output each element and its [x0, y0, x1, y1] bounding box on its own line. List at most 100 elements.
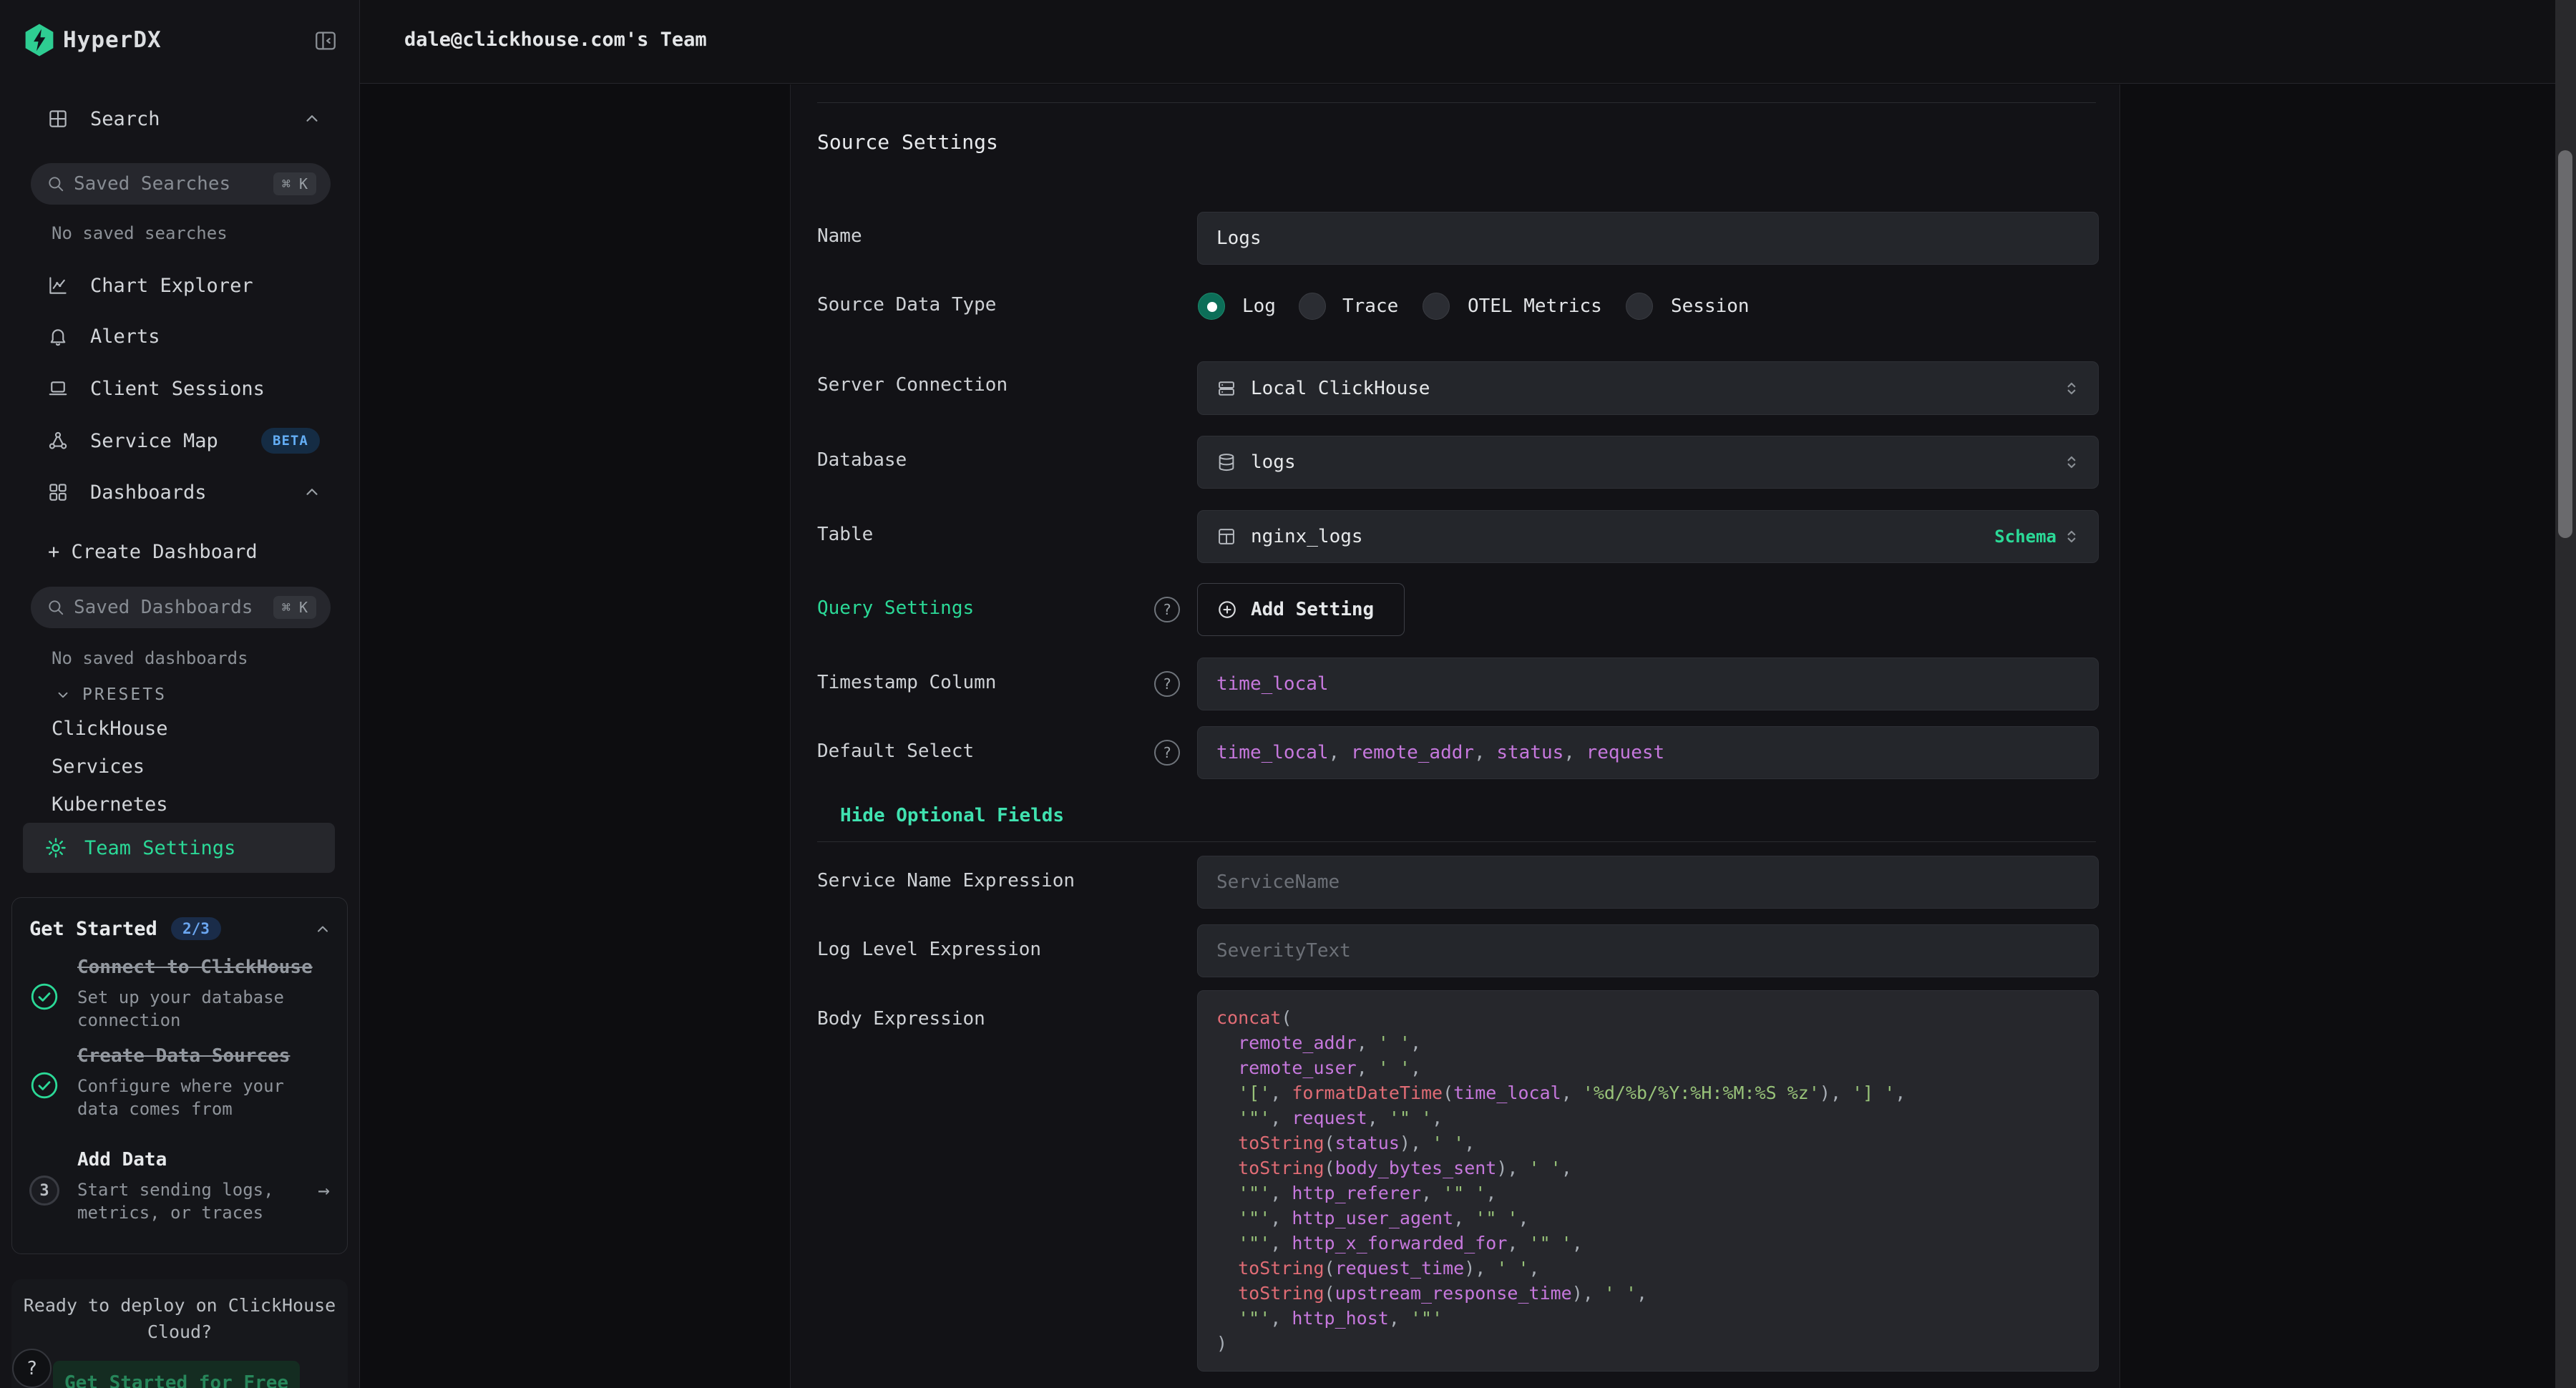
sidebar-item-chart-explorer[interactable]: Chart Explorer: [0, 268, 360, 303]
scrollbar-track[interactable]: [2555, 0, 2576, 1388]
sidebar-item-label: Alerts: [90, 326, 160, 348]
hide-optional-fields-link[interactable]: Hide Optional Fields: [840, 805, 1064, 826]
sidebar-item-dashboards[interactable]: Dashboards: [0, 475, 360, 509]
help-button[interactable]: ?: [12, 1349, 52, 1388]
step-number-badge: 3: [29, 1176, 59, 1206]
default-select-label: Default Select: [817, 741, 974, 762]
gear-icon: [44, 836, 67, 859]
sidebar-item-label: Search: [90, 108, 160, 130]
service-map-icon: [47, 430, 69, 451]
server-connection-label: Server Connection: [817, 374, 1008, 396]
bell-icon: [47, 326, 69, 347]
service-name-expression-label: Service Name Expression: [817, 870, 1075, 891]
cloud-promo-card: Ready to deploy on ClickHouseCloud? Get …: [11, 1279, 348, 1388]
schema-link[interactable]: Schema: [1994, 527, 2057, 547]
get-started-step-title: Connect to ClickHouse: [77, 957, 313, 978]
no-saved-dashboards-text: No saved dashboards: [52, 648, 248, 668]
progress-badge: 2/3: [171, 917, 221, 940]
select-caret-icon: [2062, 453, 2081, 471]
preset-services[interactable]: Services: [52, 756, 145, 778]
team-settings-label: Team Settings: [84, 837, 235, 859]
table-select[interactable]: nginx_logs Schema: [1197, 510, 2099, 563]
question-circle-icon[interactable]: ?: [1154, 740, 1180, 766]
sidebar-item-label: Dashboards: [90, 482, 207, 504]
presets-label: PRESETS: [82, 685, 167, 704]
divider: [817, 841, 2096, 842]
body-expression-label: Body Expression: [817, 1008, 985, 1030]
arrow-right-icon[interactable]: →: [318, 1178, 330, 1202]
default-select-input[interactable]: time_local, remote_addr, status, request: [1197, 726, 2099, 779]
timestamp-column-input[interactable]: time_local: [1197, 658, 2099, 710]
sidebar-item-client-sessions[interactable]: Client Sessions: [0, 371, 360, 406]
database-label: Database: [817, 449, 907, 471]
database-select[interactable]: logs: [1197, 436, 2099, 489]
get-started-title: Get Started: [29, 918, 157, 940]
sidebar-item-label: Client Sessions: [90, 378, 265, 400]
search-icon: [47, 598, 65, 617]
chevron-up-icon[interactable]: [314, 921, 331, 938]
source-data-type-label: Source Data Type: [817, 294, 996, 316]
chevron-down-icon: [55, 687, 71, 703]
question-circle-icon[interactable]: ?: [1154, 671, 1180, 697]
create-dashboard-button[interactable]: + Create Dashboard: [48, 541, 258, 563]
no-saved-searches-text: No saved searches: [52, 223, 228, 243]
sidebar-item-label: Service Map: [90, 430, 218, 452]
chart-explorer-icon: [47, 275, 69, 296]
chevron-up-icon[interactable]: [303, 109, 321, 128]
radio-session[interactable]: [1626, 293, 1653, 320]
search-section-icon: [47, 108, 69, 129]
add-setting-button[interactable]: Add Setting: [1197, 583, 1405, 636]
team-title: dale@clickhouse.com's Team: [404, 29, 707, 51]
presets-toggle[interactable]: PRESETS: [55, 685, 167, 704]
sidebar-item-team-settings[interactable]: Team Settings: [23, 823, 335, 873]
chevron-up-icon[interactable]: [303, 483, 321, 502]
database-icon: [1216, 452, 1236, 472]
radio-trace[interactable]: [1299, 293, 1326, 320]
radio-session-label[interactable]: Session: [1671, 295, 1750, 317]
table-label: Table: [817, 524, 873, 545]
get-started-free-button[interactable]: Get Started for Free: [53, 1361, 300, 1388]
query-settings-label: Query Settings: [817, 597, 974, 619]
service-name-expression-input[interactable]: ServiceName: [1197, 856, 2099, 909]
main-area: Source Settings Name Logs Source Data Ty…: [360, 84, 2576, 1388]
search-icon: [47, 175, 65, 193]
radio-log[interactable]: [1198, 293, 1225, 320]
source-settings-panel: Source Settings Name Logs Source Data Ty…: [790, 84, 2120, 1388]
saved-dashboards-input[interactable]: Saved Dashboards ⌘ K: [31, 587, 331, 628]
timestamp-column-label: Timestamp Column: [817, 672, 996, 693]
log-level-expression-input[interactable]: SeverityText: [1197, 924, 2099, 977]
get-started-step-desc: Start sending logs, metrics, or traces: [77, 1178, 313, 1224]
radio-otel-metrics[interactable]: [1423, 293, 1450, 320]
get-started-step-title: Create Data Sources: [77, 1045, 290, 1067]
table-icon: [1216, 527, 1236, 547]
sidebar-item-search[interactable]: Search: [0, 102, 360, 136]
preset-clickhouse[interactable]: ClickHouse: [52, 718, 168, 740]
server-icon: [1216, 378, 1236, 399]
circle-plus-icon: [1216, 599, 1238, 620]
body-expression-editor[interactable]: concat( remote_addr, ' ', remote_user, '…: [1197, 990, 2099, 1372]
sidebar-item-alerts[interactable]: Alerts: [0, 319, 360, 353]
server-connection-select[interactable]: Local ClickHouse: [1197, 361, 2099, 415]
brand-name: HyperDX: [63, 27, 162, 53]
radio-otel-metrics-label[interactable]: OTEL Metrics: [1468, 295, 1602, 317]
name-input[interactable]: Logs: [1197, 212, 2099, 265]
select-caret-icon: [2062, 527, 2081, 546]
get-started-step-desc: Set up your database connection: [77, 986, 313, 1032]
preset-kubernetes[interactable]: Kubernetes: [52, 793, 168, 816]
saved-dashboards-placeholder: Saved Dashboards: [74, 597, 253, 618]
sidebar-item-service-map[interactable]: Service Map BETA: [0, 424, 360, 458]
hyperdx-app: HyperDX Search Saved Searches ⌘ K No sav…: [0, 0, 2576, 1388]
check-circle-icon: [29, 1070, 59, 1100]
radio-trace-label[interactable]: Trace: [1342, 295, 1398, 317]
question-circle-icon[interactable]: ?: [1154, 597, 1180, 622]
saved-searches-input[interactable]: Saved Searches ⌘ K: [31, 163, 331, 205]
select-caret-icon: [2062, 379, 2081, 398]
log-level-expression-label: Log Level Expression: [817, 939, 1041, 960]
beta-badge: BETA: [261, 428, 320, 454]
promo-text: Ready to deploy on ClickHouseCloud?: [11, 1292, 348, 1345]
radio-log-label[interactable]: Log: [1242, 295, 1276, 317]
laptop-icon: [47, 378, 69, 399]
dashboards-grid-icon: [47, 482, 69, 503]
collapse-sidebar-icon[interactable]: [313, 29, 338, 53]
scrollbar-thumb[interactable]: [2558, 150, 2572, 538]
